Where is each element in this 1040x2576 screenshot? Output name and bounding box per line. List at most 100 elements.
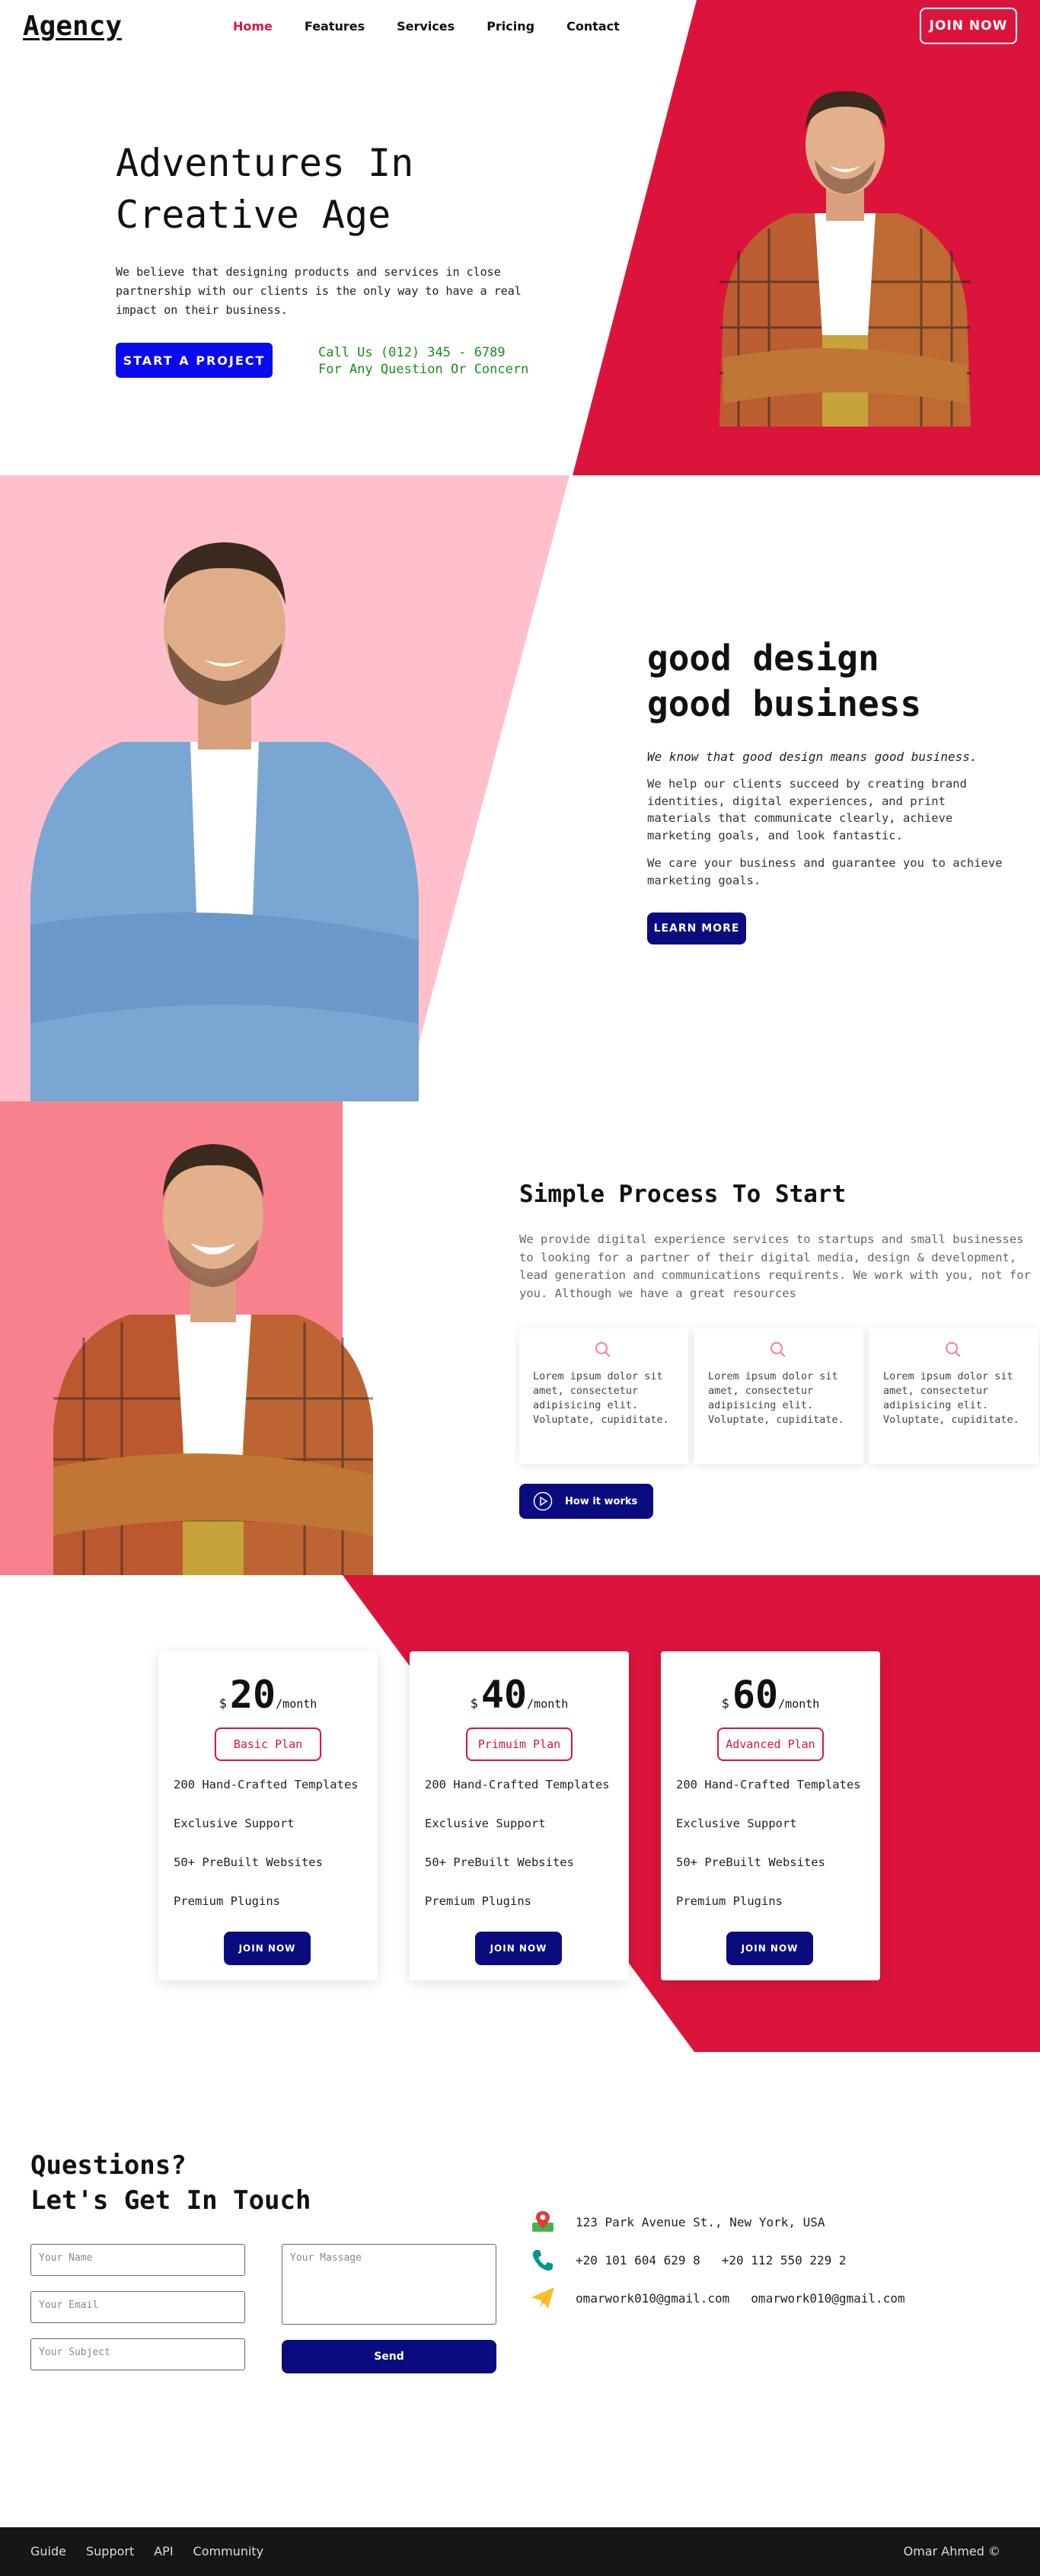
price-amount: 20 (229, 1673, 276, 1717)
plan-feature: 50+ PreBuilt Websites (174, 1855, 323, 1869)
navbar: Agency Home Features Services Pricing Co… (0, 0, 1040, 55)
hero-section: Agency Home Features Services Pricing Co… (0, 0, 1040, 475)
price-currency: $ (470, 1696, 478, 1711)
man-denim-shirt-photo (30, 542, 419, 1101)
nav-link-contact[interactable]: Contact (566, 19, 620, 34)
join-now-button[interactable]: JOIN NOW (920, 8, 1017, 44)
plan-features: 200 Hand-Crafted Templates Exclusive Sup… (174, 1778, 359, 1933)
hero-title-line-1: Adventures In (116, 141, 414, 185)
logo[interactable]: Agency (23, 11, 122, 42)
plan-feature: Premium Plugins (676, 1894, 783, 1908)
contact-title-line-1: Questions? (30, 2150, 187, 2181)
phone-2[interactable]: +20 112 550 229 2 (722, 2253, 847, 2268)
name-field[interactable]: Your Name (30, 2244, 245, 2276)
man-laughing-plaid-photo (53, 1144, 373, 1575)
message-field[interactable]: Your Massage (282, 2244, 496, 2325)
plan-feature: Premium Plugins (174, 1894, 280, 1908)
learn-more-button[interactable]: LEARN MORE (647, 912, 746, 944)
price-currency: $ (219, 1696, 227, 1711)
heading-good-2: good (647, 683, 732, 724)
email-2[interactable]: omarwork010@gmail.com (751, 2291, 904, 2306)
plan-features: 200 Hand-Crafted Templates Exclusive Sup… (425, 1778, 610, 1933)
process-card: Lorem ipsum dolor sit amet, consectetur … (694, 1328, 863, 1464)
plan-name-badge: Basic Plan (215, 1727, 321, 1761)
email-field[interactable]: Your Email (30, 2291, 245, 2323)
nav-link-features[interactable]: Features (305, 19, 365, 34)
join-plan-button[interactable]: JOIN NOW (475, 1932, 562, 1965)
plan-feature: 50+ PreBuilt Websites (425, 1855, 574, 1869)
pricing-section: $ 20 /month Basic Plan 200 Hand-Crafted … (0, 1575, 1040, 2055)
call-us-subtext: For Any Question Or Concern (318, 362, 529, 377)
hero-title: Adventures In Creative Age (116, 137, 413, 241)
plan-features: 200 Hand-Crafted Templates Exclusive Sup… (676, 1778, 861, 1933)
good-design-paragraph-1: We help our clients succeed by creating … (647, 777, 967, 842)
contact-title: Questions? Let's Get In Touch (30, 2148, 311, 2218)
good-design-lead: We know that good design means good busi… (647, 749, 978, 764)
send-button[interactable]: Send (282, 2340, 496, 2373)
process-card-text: Lorem ipsum dolor sit amet, consectetur … (883, 1370, 1019, 1426)
footer-link-api[interactable]: API (154, 2544, 173, 2558)
footer-link-guide[interactable]: Guide (30, 2544, 66, 2558)
contact-address: 123 Park Avenue St., New York, USA (530, 2209, 825, 2235)
search-icon (595, 1342, 611, 1357)
plan-feature: Exclusive Support (174, 1817, 295, 1830)
join-plan-button[interactable]: JOIN NOW (726, 1932, 813, 1965)
footer-links: Guide Support API Community (30, 2544, 283, 2558)
heading-business: business (731, 683, 922, 724)
start-project-button[interactable]: START A PROJECT (116, 343, 273, 378)
join-plan-button[interactable]: JOIN NOW (224, 1932, 311, 1965)
good-design-heading: good design good business (647, 635, 921, 727)
process-cards: Lorem ipsum dolor sit amet, consectetur … (519, 1328, 1038, 1464)
call-us-info: Call Us (012) 345 - 6789 For Any Questio… (318, 344, 528, 378)
plan-feature: Exclusive Support (425, 1817, 546, 1830)
pricing-card-premium: $ 40 /month Primuim Plan 200 Hand-Crafte… (410, 1651, 629, 1980)
footer-link-community[interactable]: Community (193, 2544, 264, 2558)
good-design-section: good design good business We know that g… (0, 475, 1040, 1101)
plan-feature: 200 Hand-Crafted Templates (425, 1778, 610, 1791)
price: $ 20 /month (158, 1674, 378, 1715)
process-card-text: Lorem ipsum dolor sit amet, consectetur … (533, 1370, 669, 1426)
process-section: Simple Process To Start We provide digit… (0, 1101, 1040, 1575)
address-text: 123 Park Avenue St., New York, USA (576, 2214, 825, 2229)
contact-emails: omarwork010@gmail.com omarwork010@gmail.… (530, 2285, 905, 2311)
subject-field[interactable]: Your Subject (30, 2338, 245, 2370)
price-amount: 40 (480, 1673, 528, 1717)
heading-design: design (731, 638, 879, 679)
nav-link-home[interactable]: Home (233, 19, 273, 34)
process-description: We provide digital experience services t… (519, 1232, 1031, 1300)
how-it-works-button[interactable]: How it works (519, 1484, 653, 1519)
hero-title-line-2: Creative Age (116, 193, 391, 237)
footer-link-support[interactable]: Support (86, 2544, 134, 2558)
plan-feature: Exclusive Support (676, 1817, 797, 1830)
footer-copyright: Omar Ahmed © (903, 2544, 1000, 2558)
footer: Guide Support API Community Omar Ahmed © (0, 2527, 1040, 2576)
phone-icon (532, 2250, 553, 2271)
price: $ 40 /month (410, 1674, 629, 1715)
paper-plane-icon (531, 2287, 554, 2309)
price-period: /month (778, 1697, 820, 1711)
price-period: /month (527, 1697, 569, 1711)
plan-feature: 50+ PreBuilt Websites (676, 1855, 825, 1869)
man-plaid-shirt-photo (719, 91, 971, 427)
phone-1[interactable]: +20 101 604 629 8 (576, 2253, 700, 2268)
plan-name-badge: Advanced Plan (717, 1727, 824, 1761)
email-1[interactable]: omarwork010@gmail.com (576, 2291, 729, 2306)
nav-link-services[interactable]: Services (397, 19, 455, 34)
heading-good-1: good (647, 638, 732, 679)
search-icon (770, 1342, 786, 1357)
process-card-text: Lorem ipsum dolor sit amet, consectetur … (708, 1370, 844, 1426)
nav-link-pricing[interactable]: Pricing (487, 19, 534, 34)
good-design-paragraph-2: We care your business and guarantee you … (647, 856, 1003, 887)
process-title: Simple Process To Start (519, 1181, 847, 1208)
map-pin-icon (532, 2211, 553, 2232)
contact-title-line-2: Let's Get In Touch (30, 2185, 311, 2216)
plan-name-badge: Primuim Plan (466, 1727, 573, 1761)
call-us-phone: Call Us (012) 345 - 6789 (318, 345, 506, 360)
price-currency: $ (721, 1696, 729, 1711)
play-icon (533, 1491, 553, 1511)
contact-phones: +20 101 604 629 8 +20 112 550 229 2 (530, 2247, 847, 2273)
price-period: /month (276, 1697, 317, 1711)
plan-feature: 200 Hand-Crafted Templates (174, 1778, 359, 1791)
price-amount: 60 (732, 1673, 779, 1717)
plan-feature: 200 Hand-Crafted Templates (676, 1778, 861, 1791)
